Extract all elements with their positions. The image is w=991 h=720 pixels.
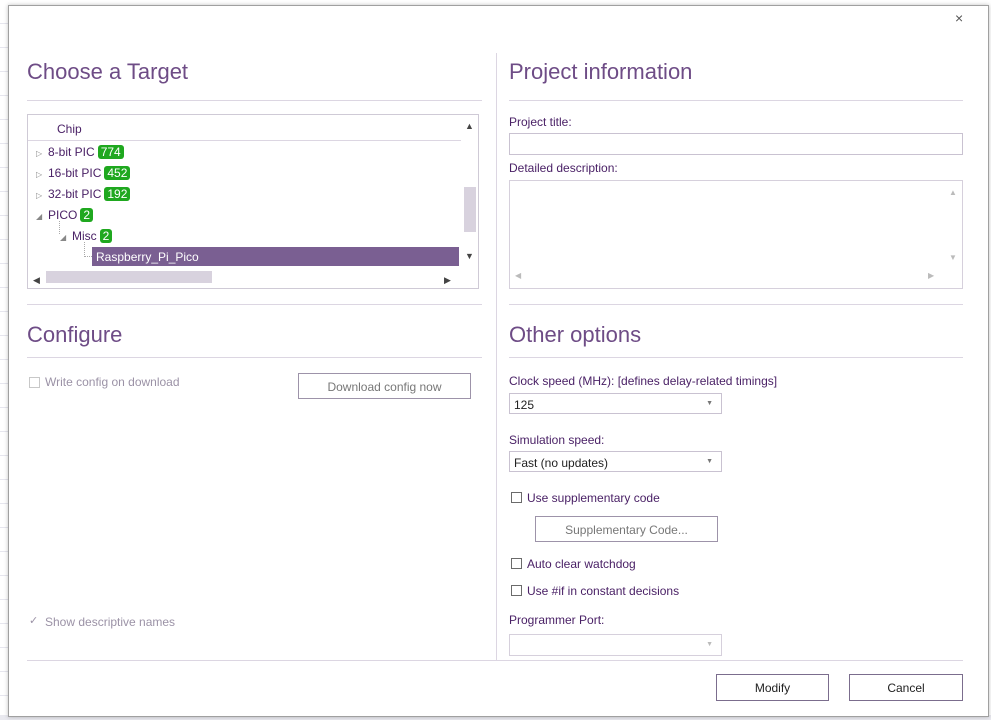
tree-item-pico[interactable]: ◢ PICO 2 [36,208,94,222]
tree-item-label: 16-bit PIC [48,166,102,180]
count-badge: 452 [104,166,131,180]
cancel-button[interactable]: Cancel [849,674,963,701]
write-config-label: Write config on download [45,375,180,389]
tree-header: Chip [28,115,461,141]
programmer-port-label: Programmer Port: [509,613,605,627]
clock-speed-select[interactable]: 125 ▼ [509,393,722,414]
auto-clear-watchdog-label: Auto clear watchdog [527,557,636,571]
divider [509,357,963,358]
clock-speed-label: Clock speed (MHz): [defines delay-relate… [509,374,778,388]
chevron-down-icon: ▼ [706,458,713,465]
project-options-dialog [8,5,989,717]
write-config-checkbox[interactable] [29,377,40,388]
background-grid [0,0,8,720]
detailed-description-textarea[interactable]: ▲ ▼ ◀ ▶ [509,180,963,289]
choose-target-heading: Choose a Target [27,59,189,84]
programmer-port-select[interactable]: ▼ [509,634,722,656]
count-badge: 2 [80,208,94,222]
project-title-input[interactable] [509,133,963,155]
use-supplementary-checkbox[interactable] [511,492,522,503]
expand-icon[interactable]: ▷ [36,149,48,158]
tree-item-label: Misc [72,229,97,243]
use-if-label: Use #if in constant decisions [527,584,680,598]
simulation-speed-label: Simulation speed: [509,433,605,447]
chevron-down-icon: ▼ [706,400,713,407]
chip-tree[interactable]: Chip ▷ 8-bit PIC 774 ▷ 16-bit PIC 452 ▷ 32-bi… [27,114,479,289]
tree-connector [84,242,85,257]
collapse-icon[interactable]: ◢ [60,233,72,242]
project-title-label: Project title: [509,115,572,129]
collapse-icon[interactable]: ◢ [36,212,48,221]
show-descriptive-checkmark-icon[interactable]: ✓ [29,614,38,627]
other-options-heading: Other options [509,322,642,347]
project-information-heading: Project information [509,59,693,84]
show-descriptive-label: Show descriptive names [45,615,176,629]
horizontal-scroll-thumb[interactable] [46,271,212,283]
divider [509,304,963,305]
use-if-checkbox[interactable] [511,585,522,596]
scroll-left-icon[interactable]: ◀ [515,271,521,280]
scroll-up-icon[interactable]: ▲ [465,121,474,131]
tree-item-32bit-pic[interactable]: ▷ 32-bit PIC 192 [36,187,131,201]
close-icon[interactable]: × [955,10,963,26]
count-badge: 774 [97,145,124,159]
tree-item-8bit-pic[interactable]: ▷ 8-bit PIC 774 [36,145,124,159]
chevron-down-icon: ▼ [706,641,713,648]
tree-item-label: 32-bit PIC [48,187,102,201]
scroll-left-icon[interactable]: ◀ [33,275,40,286]
detailed-description-label: Detailed description: [509,161,618,175]
vertical-scroll-thumb[interactable] [464,187,476,232]
modify-button[interactable]: Modify [716,674,829,701]
use-supplementary-label: Use supplementary code [527,491,660,505]
expand-icon[interactable]: ▷ [36,170,48,179]
scroll-right-icon[interactable]: ▶ [444,275,451,286]
simulation-speed-value: Fast (no updates) [514,456,609,470]
divider [27,100,482,101]
count-badge: 192 [104,187,131,201]
scroll-down-icon[interactable]: ▼ [949,253,957,262]
count-badge: 2 [99,229,113,243]
column-divider [496,53,497,660]
tree-header-label: Chip [57,122,82,136]
expand-icon[interactable]: ▷ [36,191,48,200]
divider [509,100,963,101]
tree-item-label: PICO [48,208,78,222]
configure-heading: Configure [27,322,123,347]
divider [27,304,482,305]
tree-item-raspberry-pi-pico[interactable]: Raspberry_Pi_Pico [92,247,459,266]
tree-item-label: 8-bit PIC [48,145,95,159]
tree-connector [84,256,92,257]
divider [27,357,482,358]
scroll-right-icon[interactable]: ▶ [928,271,934,280]
footer-divider [27,660,963,661]
auto-clear-watchdog-checkbox[interactable] [511,558,522,569]
simulation-speed-select[interactable]: Fast (no updates) ▼ [509,451,722,472]
scroll-down-icon[interactable]: ▼ [465,251,474,261]
tree-item-misc[interactable]: ◢ Misc 2 [60,229,113,243]
clock-speed-value: 125 [514,398,535,412]
download-config-button[interactable]: Download config now [298,373,471,399]
supplementary-code-button[interactable]: Supplementary Code... [535,516,718,542]
scroll-up-icon[interactable]: ▲ [949,188,957,197]
selected-chip-label: Raspberry_Pi_Pico [96,250,199,264]
tree-item-16bit-pic[interactable]: ▷ 16-bit PIC 452 [36,166,131,180]
